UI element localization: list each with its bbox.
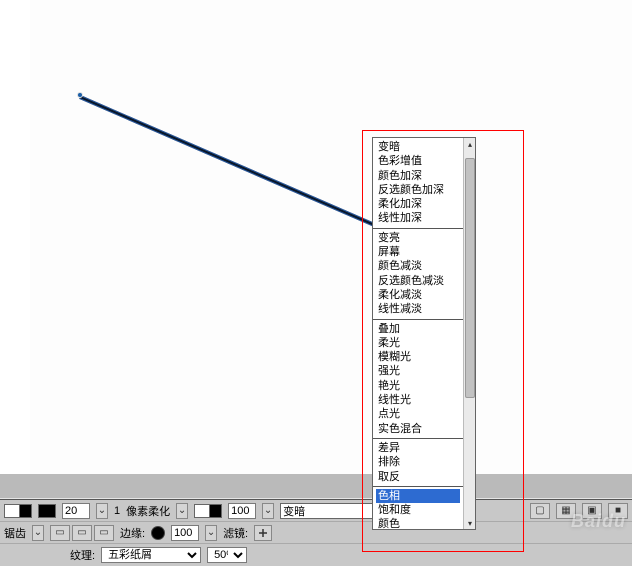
blend-mode-item[interactable]: 实色混合 xyxy=(376,422,460,436)
blend-mode-item[interactable]: 柔化减淡 xyxy=(376,288,460,302)
current-color-swatch[interactable] xyxy=(38,504,56,518)
texture-label: 纹理: xyxy=(70,547,95,563)
blend-mode-item[interactable]: 柔化加深 xyxy=(376,197,460,211)
opacity-input[interactable] xyxy=(228,503,256,519)
secondary-swatch[interactable] xyxy=(194,504,222,518)
secondary-fill-swatch[interactable] xyxy=(194,504,210,518)
blend-mode-item[interactable]: 艳光 xyxy=(376,379,460,393)
options-row-2: 锯齿 ⌄ ▭ ▭ ▭ 边缘: ⌄ 滤镜: xyxy=(0,522,632,544)
fill-swatch[interactable] xyxy=(4,504,20,518)
stroke-fill-swatch[interactable] xyxy=(4,504,32,518)
softening-value: 1 xyxy=(114,505,120,517)
filter-label: 滤镜: xyxy=(223,525,248,541)
blend-mode-item[interactable]: 差异 xyxy=(376,441,460,455)
blend-mode-select-value: 变暗 xyxy=(283,503,305,519)
cap-style-1[interactable]: ▭ xyxy=(50,525,70,541)
canvas-boundary-gap xyxy=(0,474,632,498)
cap-style-buttons: ▭ ▭ ▭ xyxy=(50,525,114,541)
add-filter-button[interactable] xyxy=(254,525,272,541)
edge-label: 边缘: xyxy=(120,525,145,541)
blend-mode-list: 变暗色彩增值颜色加深反选颜色加深柔化加深线性加深变亮屏幕颜色减淡反选颜色减淡柔化… xyxy=(373,138,463,529)
blend-mode-item[interactable]: 柔光 xyxy=(376,336,460,350)
blend-mode-item[interactable]: 色相 xyxy=(376,489,460,503)
blend-mode-item[interactable]: 饱和度 xyxy=(376,503,460,517)
blend-mode-select[interactable]: 变暗 ⌄ xyxy=(280,503,384,519)
blend-mode-item[interactable]: 颜色 xyxy=(376,517,460,529)
blend-mode-item[interactable]: 点光 xyxy=(376,407,460,421)
blend-mode-item[interactable]: 颜色减淡 xyxy=(376,259,460,273)
antialias-label: 锯齿 xyxy=(4,525,26,541)
texture-percent-select[interactable]: 50% xyxy=(207,547,247,563)
options-extra-btn-4[interactable]: ■ xyxy=(608,503,628,519)
blend-mode-item[interactable]: 线性光 xyxy=(376,393,460,407)
options-extra-btn-3[interactable]: ▣ xyxy=(582,503,602,519)
stroke-width-input[interactable] xyxy=(62,503,90,519)
texture-select[interactable]: 五彩纸屑 xyxy=(101,547,201,563)
scroll-up-icon[interactable]: ▴ xyxy=(464,138,476,150)
softening-chevron-icon[interactable]: ⌄ xyxy=(176,503,188,519)
blend-mode-item[interactable]: 模糊光 xyxy=(376,350,460,364)
canvas-area[interactable] xyxy=(0,0,632,474)
blend-mode-item[interactable]: 线性减淡 xyxy=(376,302,460,316)
blend-mode-dropdown-open[interactable]: 变暗色彩增值颜色加深反选颜色加深柔化加深线性加深变亮屏幕颜色减淡反选颜色减淡柔化… xyxy=(372,137,476,530)
cap-style-2[interactable]: ▭ xyxy=(72,525,92,541)
canvas-inner xyxy=(30,0,632,474)
line-endpoint-handle[interactable] xyxy=(77,92,83,98)
tool-options-bar: ⌄ 1 像素柔化 ⌄ ⌄ 变暗 ⌄ ▢ ▦ ▣ ■ 锯齿 ⌄ ▭ ▭ ▭ 边缘:… xyxy=(0,499,632,566)
scroll-down-icon[interactable]: ▾ xyxy=(464,517,476,529)
edge-opacity-chevron-icon[interactable]: ⌄ xyxy=(205,525,217,541)
blend-mode-item[interactable]: 强光 xyxy=(376,364,460,378)
options-extra-btn-1[interactable]: ▢ xyxy=(530,503,550,519)
options-row-1: ⌄ 1 像素柔化 ⌄ ⌄ 变暗 ⌄ ▢ ▦ ▣ ■ xyxy=(0,500,632,522)
antialias-chevron-icon[interactable]: ⌄ xyxy=(32,525,44,541)
blend-mode-item[interactable]: 线性加深 xyxy=(376,211,460,225)
scroll-thumb[interactable] xyxy=(465,158,475,398)
edge-opacity-input[interactable] xyxy=(171,525,199,541)
blend-mode-item[interactable]: 反选颜色加深 xyxy=(376,183,460,197)
options-row-3: 纹理: 五彩纸屑 50% xyxy=(0,544,632,566)
blend-mode-item[interactable]: 颜色加深 xyxy=(376,169,460,183)
blend-mode-item[interactable]: 变暗 xyxy=(376,140,460,154)
cap-style-3[interactable]: ▭ xyxy=(94,525,114,541)
stroke-width-chevron-icon[interactable]: ⌄ xyxy=(96,503,108,519)
softening-label: 像素柔化 xyxy=(126,503,170,519)
blend-mode-item[interactable]: 叠加 xyxy=(376,322,460,336)
blend-mode-item[interactable]: 变亮 xyxy=(376,231,460,245)
blend-mode-item[interactable]: 色彩增值 xyxy=(376,154,460,168)
options-extra-btn-2[interactable]: ▦ xyxy=(556,503,576,519)
blend-mode-item[interactable]: 排除 xyxy=(376,455,460,469)
edge-color-swatch[interactable] xyxy=(151,526,165,540)
dropdown-scrollbar[interactable]: ▴ ▾ xyxy=(463,138,475,529)
opacity-chevron-icon[interactable]: ⌄ xyxy=(262,503,274,519)
blend-mode-item[interactable]: 反选颜色减淡 xyxy=(376,274,460,288)
blend-mode-item[interactable]: 屏幕 xyxy=(376,245,460,259)
blend-mode-item[interactable]: 取反 xyxy=(376,470,460,484)
